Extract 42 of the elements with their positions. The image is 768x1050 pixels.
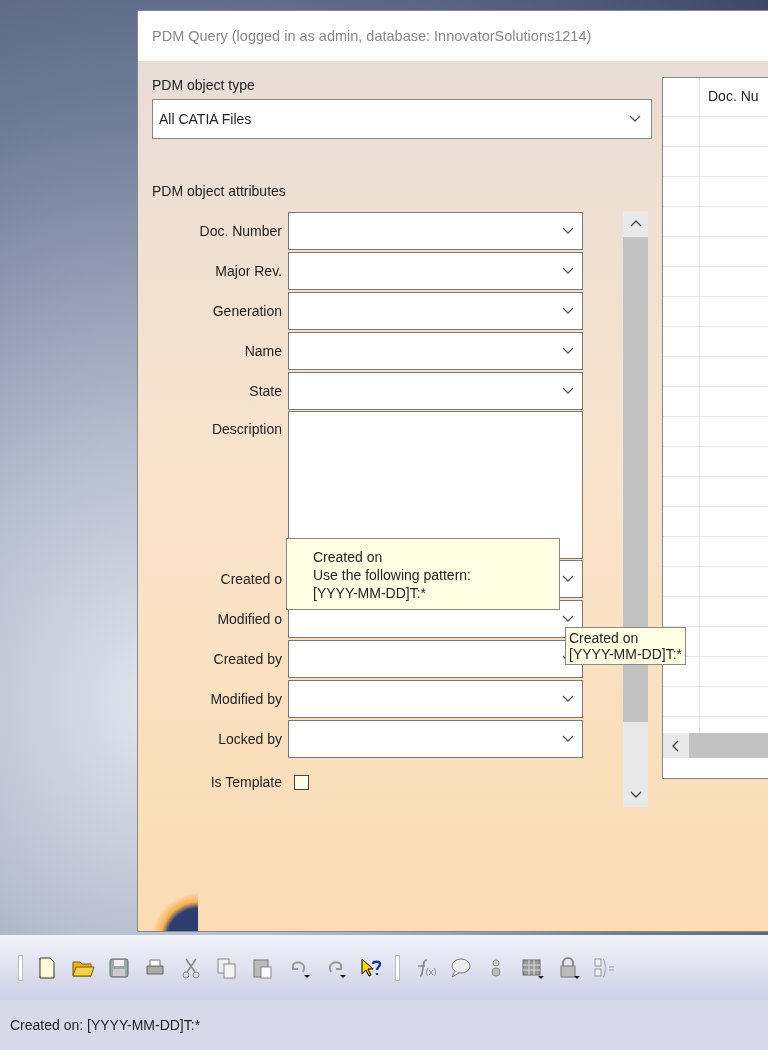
field-label: Locked by xyxy=(217,731,283,747)
tooltip-text: [YYYY-MM-DD]T:* xyxy=(569,646,683,662)
save-icon[interactable] xyxy=(107,955,131,980)
combo-field[interactable] xyxy=(288,372,583,410)
field-label: Modified o xyxy=(216,611,283,627)
field-label: Generation xyxy=(211,303,283,319)
template-checkbox[interactable] xyxy=(294,774,309,790)
field-label: Description xyxy=(210,420,283,437)
scroll-left-icon[interactable] xyxy=(671,739,679,752)
combo-field[interactable] xyxy=(288,212,583,250)
status-text: Created on: [YYYY-MM-DD]T:* xyxy=(10,1017,201,1033)
object-type-dropdown[interactable]: All CATIA Files xyxy=(152,99,652,139)
field-label: Doc. Number xyxy=(198,223,283,239)
field-label: Major Rev. xyxy=(214,263,283,279)
object-type-label: PDM object type xyxy=(152,77,256,93)
field-label: Modified by xyxy=(209,691,283,707)
copy-icon[interactable] xyxy=(215,955,239,980)
speech-bubble-icon[interactable] xyxy=(448,955,472,980)
combo-field[interactable] xyxy=(288,252,583,290)
equation-icon[interactable] xyxy=(592,955,616,980)
scroll-down-icon[interactable] xyxy=(629,791,642,799)
tooltip-text: Use the following pattern: xyxy=(313,567,472,583)
horizontal-scrollbar[interactable] xyxy=(663,733,768,758)
toolbar-grip[interactable] xyxy=(395,954,400,981)
combo-field[interactable] xyxy=(288,720,583,758)
combo-field[interactable] xyxy=(288,292,583,330)
scrollbar-thumb[interactable] xyxy=(689,733,768,758)
object-attributes-label: PDM object attributes xyxy=(152,183,287,199)
combo-field[interactable] xyxy=(288,332,583,370)
column-header[interactable]: Doc. Nu xyxy=(700,78,759,116)
tooltip-text: [YYYY-MM-DD]T:* xyxy=(313,585,428,601)
tooltip-text: Created on xyxy=(313,549,384,565)
scroll-up-icon[interactable] xyxy=(629,219,642,227)
window-title: PDM Query (logged in as admin, database: InnovatorSolutions1214) xyxy=(152,28,592,44)
field-label: Created by xyxy=(212,651,283,667)
tooltip-text: Created on xyxy=(569,630,640,646)
toolbar-grip[interactable] xyxy=(18,954,23,981)
field-label: State xyxy=(248,383,283,399)
field-label: Created o xyxy=(219,571,283,587)
combo-field[interactable] xyxy=(288,680,583,718)
field-label: Is Template xyxy=(209,774,283,790)
field-label: Name xyxy=(243,343,283,359)
